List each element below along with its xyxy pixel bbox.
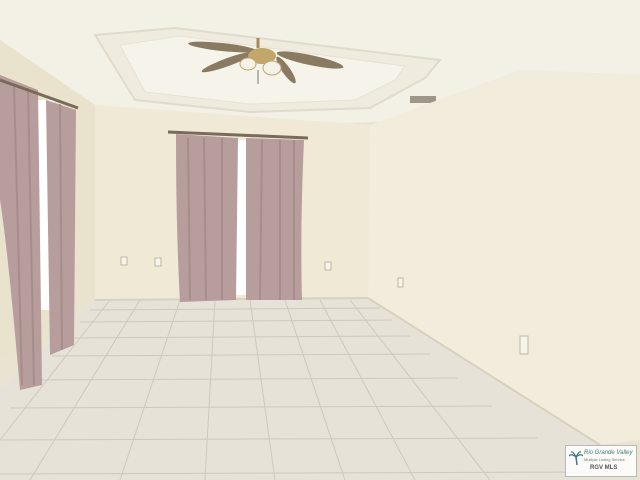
watermark-brand: Rio Grande Valley bbox=[584, 450, 633, 456]
watermark-mls: RGV MLS bbox=[590, 465, 618, 471]
watermark-tagline: Multiple Listing Service bbox=[584, 457, 625, 462]
outlet bbox=[154, 257, 162, 267]
ceiling-vent bbox=[410, 96, 436, 103]
outlet bbox=[519, 335, 529, 355]
mls-watermark: Rio Grande Valley Multiple Listing Servi… bbox=[565, 445, 637, 477]
palm-tree-icon bbox=[569, 451, 583, 465]
outlet bbox=[324, 261, 332, 271]
room-illustration bbox=[0, 0, 640, 480]
back-curtain-right bbox=[246, 138, 304, 300]
back-curtain-left bbox=[176, 134, 238, 302]
room-photo: Rio Grande Valley Multiple Listing Servi… bbox=[0, 0, 640, 480]
outlet bbox=[120, 256, 128, 266]
outlet bbox=[397, 277, 404, 288]
